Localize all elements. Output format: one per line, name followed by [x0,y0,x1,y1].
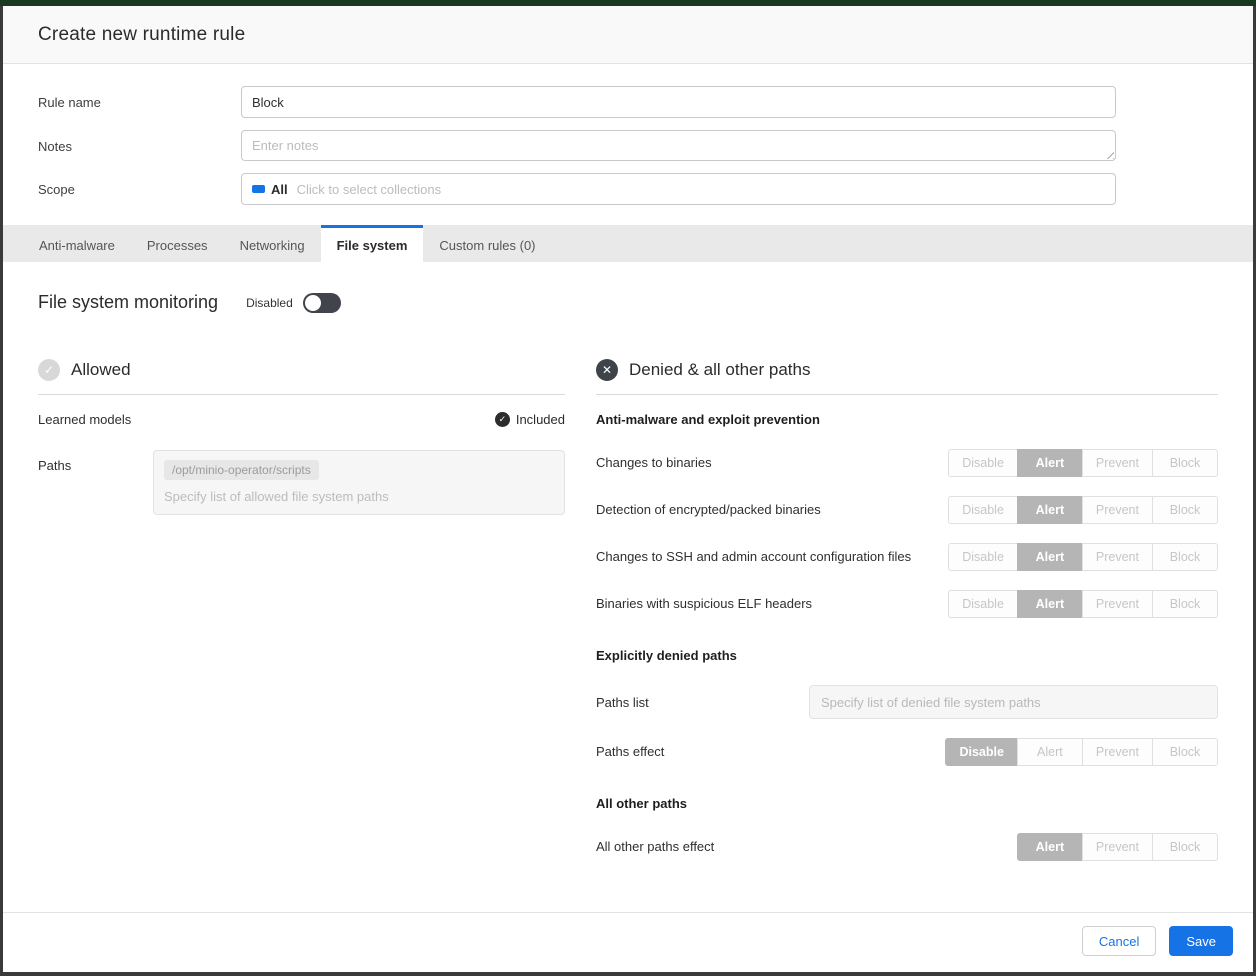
dialog-footer: Cancel Save [3,912,1253,972]
paths-effect-label: Paths effect [596,742,664,762]
collection-icon [252,185,265,193]
included-badge: ✓ Included [495,412,565,427]
encrypted-packed-binaries-row: Detection of encrypted/packed binaries D… [596,496,1218,524]
paths-effect-row: Paths effect DisableAlertPreventBlock [596,738,1218,766]
create-runtime-rule-dialog: Create new runtime rule Rule name Notes … [3,6,1253,972]
effect-option-alert[interactable]: Alert [1017,543,1083,571]
scope-placeholder: Click to select collections [297,182,442,197]
included-label: Included [516,412,565,427]
dialog-header: Create new runtime rule [3,6,1253,64]
page-title: Create new runtime rule [38,24,1218,46]
all-other-paths-effect-row: All other paths effect AlertPreventBlock [596,833,1218,861]
scope-chip-label: All [271,182,288,197]
effect-option-prevent[interactable]: Prevent [1082,738,1153,766]
effect-option-block[interactable]: Block [1152,833,1218,861]
suspicious-elf-headers-effect-group: DisableAlertPreventBlock [948,590,1218,618]
explicitly-denied-paths-heading: Explicitly denied paths [596,648,1218,663]
scope-chip-all: All [252,182,288,197]
ssh-admin-config-row: Changes to SSH and admin account configu… [596,543,1218,571]
cancel-button[interactable]: Cancel [1082,926,1156,956]
effect-option-prevent[interactable]: Prevent [1082,590,1153,618]
rule-name-row: Rule name [38,86,1116,118]
effect-option-alert[interactable]: Alert [1017,590,1083,618]
file-system-panel: File system monitoring Disabled ✓ Allowe… [3,262,1253,880]
allowed-paths-label: Paths [38,450,153,515]
effect-option-disable[interactable]: Disable [945,738,1017,766]
denied-paths-list-row: Paths list [596,685,1218,719]
effect-option-alert[interactable]: Alert [1017,738,1083,766]
toggle-knob [305,295,321,311]
scope-collections-input[interactable]: All Click to select collections [241,173,1116,205]
effect-option-disable[interactable]: Disable [948,590,1018,618]
effect-option-prevent[interactable]: Prevent [1082,449,1153,477]
scope-label: Scope [38,173,241,197]
rule-name-label: Rule name [38,86,241,110]
allowed-title: Allowed [71,360,131,380]
effect-option-disable[interactable]: Disable [948,449,1018,477]
notes-input[interactable] [241,130,1116,161]
effect-option-block[interactable]: Block [1152,738,1218,766]
denied-section: ✕ Denied & all other paths Anti-malware … [596,359,1218,880]
save-button[interactable]: Save [1169,926,1233,956]
tab-anti-malware[interactable]: Anti-malware [23,225,131,262]
toggle-state-label: Disabled [246,296,293,310]
file-system-monitoring-toggle[interactable] [303,293,341,313]
monitoring-header: File system monitoring Disabled [38,292,1218,313]
antimalware-heading: Anti-malware and exploit prevention [596,412,1218,427]
effect-option-disable[interactable]: Disable [948,496,1018,524]
paths-list-label: Paths list [596,695,809,710]
all-other-paths-effect-label: All other paths effect [596,837,714,857]
changes-to-binaries-effect-group: DisableAlertPreventBlock [948,449,1218,477]
effect-option-alert[interactable]: Alert [1017,833,1083,861]
denied-title: Denied & all other paths [629,360,810,380]
effect-option-alert[interactable]: Alert [1017,449,1083,477]
notes-label: Notes [38,130,241,154]
encrypted-packed-binaries-label: Detection of encrypted/packed binaries [596,500,821,520]
tab-networking[interactable]: Networking [224,225,321,262]
scope-row: Scope All Click to select collections [38,173,1116,205]
allowed-path-chip: /opt/minio-operator/scripts [164,460,319,480]
notes-row: Notes [38,130,1116,161]
denied-paths-input[interactable] [809,685,1218,719]
paths-effect-group: DisableAlertPreventBlock [945,738,1218,766]
changes-to-binaries-row: Changes to binaries DisableAlertPreventB… [596,449,1218,477]
rule-name-input[interactable] [241,86,1116,118]
learned-models-label: Learned models [38,412,131,427]
allowed-paths-input[interactable]: /opt/minio-operator/scripts Specify list… [153,450,565,515]
allowed-section: ✓ Allowed Learned models ✓ Included Path… [38,359,565,880]
encrypted-packed-binaries-effect-group: DisableAlertPreventBlock [948,496,1218,524]
effect-option-prevent[interactable]: Prevent [1082,496,1153,524]
tab-processes[interactable]: Processes [131,225,224,262]
effect-option-block[interactable]: Block [1152,590,1218,618]
allowed-paths-placeholder: Specify list of allowed file system path… [164,489,554,504]
effect-option-prevent[interactable]: Prevent [1082,543,1153,571]
x-circle-icon: ✕ [596,359,618,381]
tab-file-system[interactable]: File system [321,225,424,262]
tab-custom-rules[interactable]: Custom rules (0) [423,225,551,262]
check-circle-icon: ✓ [38,359,60,381]
effect-option-disable[interactable]: Disable [948,543,1018,571]
allowed-paths-row: Paths /opt/minio-operator/scripts Specif… [38,450,565,515]
rule-form: Rule name Notes Scope All Click to selec… [3,64,1253,225]
effect-option-block[interactable]: Block [1152,543,1218,571]
all-other-paths-heading: All other paths [596,796,1218,811]
monitoring-title: File system monitoring [38,292,218,313]
rule-tabs: Anti-malware Processes Networking File s… [3,225,1253,262]
changes-to-binaries-label: Changes to binaries [596,453,712,473]
ssh-admin-config-label: Changes to SSH and admin account configu… [596,547,911,567]
effect-option-alert[interactable]: Alert [1017,496,1083,524]
effect-option-prevent[interactable]: Prevent [1082,833,1153,861]
ssh-admin-config-effect-group: DisableAlertPreventBlock [948,543,1218,571]
learned-models-row: Learned models ✓ Included [38,412,565,427]
suspicious-elf-headers-label: Binaries with suspicious ELF headers [596,594,812,614]
effect-option-block[interactable]: Block [1152,496,1218,524]
all-other-paths-effect-group: AlertPreventBlock [1017,833,1218,861]
suspicious-elf-headers-row: Binaries with suspicious ELF headers Dis… [596,590,1218,618]
check-circle-icon: ✓ [495,412,510,427]
effect-option-block[interactable]: Block [1152,449,1218,477]
